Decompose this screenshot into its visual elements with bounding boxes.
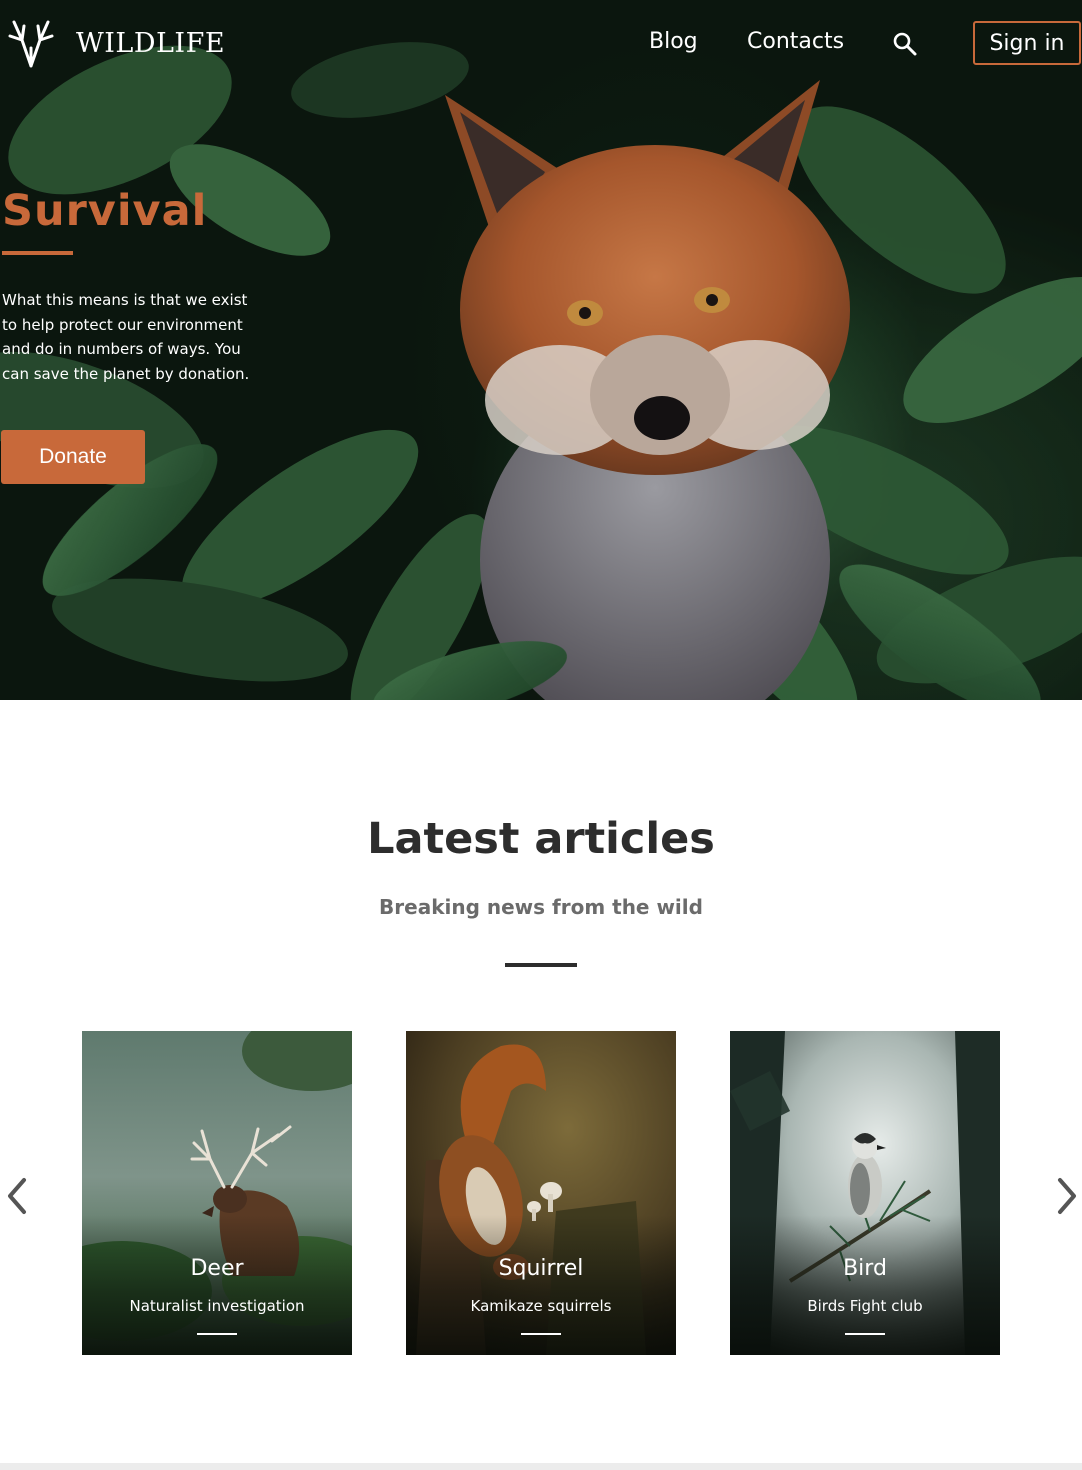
chevron-left-icon[interactable] <box>2 1176 32 1216</box>
card-divider <box>845 1333 885 1335</box>
card-title: Squirrel <box>498 1256 584 1281</box>
section-divider <box>505 963 577 967</box>
card-divider <box>197 1333 237 1335</box>
donate-button[interactable]: Donate <box>1 430 145 484</box>
sign-in-button[interactable]: Sign in <box>973 21 1081 65</box>
hero-title-underline <box>2 251 73 255</box>
hero-description: What this means is that we exist to help… <box>2 291 250 383</box>
card-subtitle: Kamikaze squirrels <box>470 1297 612 1315</box>
article-card-squirrel[interactable]: Squirrel Kamikaze squirrels <box>406 1031 676 1355</box>
article-card-deer[interactable]: Deer Naturalist investigation <box>82 1031 352 1355</box>
latest-articles-subtitle: Breaking news from the wild <box>379 895 703 919</box>
card-divider <box>521 1333 561 1335</box>
card-title: Bird <box>843 1256 887 1281</box>
card-subtitle: Birds Fight club <box>807 1297 923 1315</box>
hero-title: Survival <box>2 186 208 236</box>
page-bottom-border <box>0 1463 1082 1470</box>
chevron-right-icon[interactable] <box>1052 1176 1082 1216</box>
nav-blog-link[interactable]: Blog <box>649 29 698 54</box>
main-nav: Blog Contacts <box>0 26 1082 66</box>
latest-articles-heading: Latest articles <box>367 814 715 864</box>
hero-section: WILDLIFE Blog Contacts Sign in Survival … <box>0 0 1082 700</box>
article-card-bird[interactable]: Bird Birds Fight club <box>730 1031 1000 1355</box>
nav-contacts-link[interactable]: Contacts <box>747 29 844 54</box>
card-title: Deer <box>190 1256 244 1281</box>
search-icon[interactable] <box>892 31 918 57</box>
card-subtitle: Naturalist investigation <box>129 1297 305 1315</box>
